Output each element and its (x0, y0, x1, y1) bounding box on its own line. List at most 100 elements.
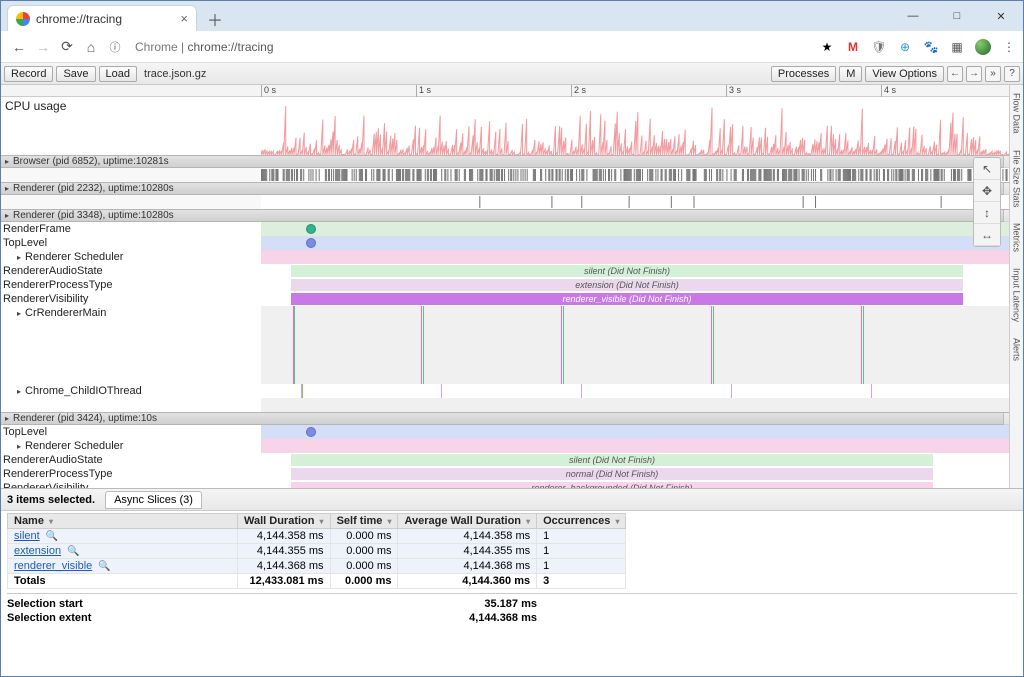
tab-close-icon[interactable]: × (180, 11, 188, 26)
shield-icon[interactable]: 🛡 (871, 39, 887, 55)
save-button[interactable]: Save (56, 66, 95, 82)
async-slice-backgrounded[interactable]: renderer_backgrounded (Did Not Finish) (291, 482, 933, 488)
side-tab[interactable]: Input Latency (1012, 264, 1022, 326)
track-name: Renderer Scheduler (25, 251, 123, 263)
side-tab[interactable]: File Size Stats (1012, 146, 1022, 212)
paw-icon[interactable]: 🐾 (923, 39, 939, 55)
address-bar[interactable]: Chrome | chrome://tracing (135, 40, 274, 54)
side-tab[interactable]: Alerts (1012, 334, 1022, 365)
magnifier-icon[interactable]: 🔍 (46, 531, 58, 542)
ruler-tick: 2 s (571, 85, 586, 97)
table-row[interactable]: silent🔍4,144.358 ms0.000 ms4,144.358 ms1 (8, 529, 626, 544)
track-label[interactable]: TopLevel (1, 236, 261, 250)
side-tab[interactable]: Metrics (1012, 219, 1022, 256)
track-label[interactable]: RendererVisibility (1, 481, 261, 488)
process-barcode-2232[interactable] (261, 195, 1023, 209)
record-button[interactable]: Record (4, 66, 53, 82)
column-header[interactable]: Occurrences ▾ (537, 514, 626, 529)
track-label[interactable]: ▸CrRendererMain (1, 306, 261, 320)
timing-tool[interactable]: ↔ (974, 224, 1000, 246)
load-button[interactable]: Load (99, 66, 137, 82)
pointer-tool[interactable]: ↖ (974, 158, 1000, 180)
process-header-renderer-3424[interactable]: ▸ Renderer (pid 3424), uptime:10s X (1, 412, 1023, 425)
time-ruler[interactable]: 0 s1 s2 s3 s4 s (261, 85, 1023, 97)
nudge-left-button[interactable]: ← (947, 66, 963, 82)
track-label[interactable]: RendererProcessType (1, 278, 261, 292)
profile-avatar[interactable] (975, 39, 991, 55)
column-header[interactable]: Wall Duration ▾ (238, 514, 331, 529)
column-header[interactable]: Name ▾ (8, 514, 238, 529)
async-slice-renderer-visible[interactable]: renderer_visible (Did Not Finish) (291, 293, 963, 305)
magnifier-icon[interactable]: 🔍 (98, 561, 110, 572)
more-button[interactable]: » (985, 66, 1001, 82)
slice-link[interactable]: silent (14, 530, 40, 542)
process-label: Renderer (pid 3424), uptime:10s (13, 413, 157, 424)
track-label[interactable]: RendererAudioState (1, 264, 261, 278)
process-header-renderer-3348[interactable]: ▸ Renderer (pid 3348), uptime:10280s X (1, 209, 1023, 222)
table-row[interactable]: renderer_visible🔍4,144.368 ms0.000 ms4,1… (8, 559, 626, 574)
slice-link[interactable]: renderer_visible (14, 560, 92, 572)
async-slice-silent[interactable]: silent (Did Not Finish) (291, 265, 963, 277)
gmail-icon[interactable]: M (845, 39, 861, 55)
grid-icon[interactable]: ▦ (949, 39, 965, 55)
url-prefix: Chrome (135, 40, 178, 54)
zoom-tool[interactable]: ↕ (974, 202, 1000, 224)
maximize-button[interactable]: □ (935, 1, 979, 31)
view-options-button[interactable]: View Options (865, 66, 944, 82)
track-label[interactable]: ▸Chrome_ChildIOThread (1, 384, 261, 398)
process-header-renderer-2232[interactable]: ▸ Renderer (pid 2232), uptime:10280s X (1, 182, 1023, 195)
async-slice-silent[interactable]: silent (Did Not Finish) (291, 454, 933, 466)
side-tab[interactable]: Flow Data (1012, 89, 1022, 138)
column-header[interactable]: Average Wall Duration ▾ (398, 514, 537, 529)
forward-button[interactable]: → (31, 35, 55, 59)
plus-icon[interactable]: ⊕ (897, 39, 913, 55)
details-tab-async-slices[interactable]: Async Slices (3) (105, 491, 202, 509)
magnifier-icon[interactable]: 🔍 (67, 546, 79, 557)
menu-icon[interactable]: ⋮ (1001, 39, 1017, 55)
column-header[interactable]: Self time ▾ (330, 514, 398, 529)
home-button[interactable]: ⌂ (79, 35, 103, 59)
bookmark-icon[interactable]: ★ (819, 39, 835, 55)
slice-link[interactable]: extension (14, 545, 61, 557)
processes-button[interactable]: Processes (771, 66, 836, 82)
browser-tab[interactable]: chrome://tracing × (7, 5, 197, 31)
process-barcode-browser[interactable] (261, 168, 1023, 182)
track-label[interactable]: RendererVisibility (1, 292, 261, 306)
selection-table: Name ▾Wall Duration ▾Self time ▾Average … (7, 513, 626, 589)
site-info-icon[interactable]: ⓘ (103, 35, 127, 59)
new-tab-button[interactable]: ＋ (203, 7, 227, 31)
event-dot[interactable] (306, 224, 316, 234)
details-panel: 3 items selected. Async Slices (3) Name … (1, 489, 1023, 676)
track-label[interactable]: RendererProcessType (1, 467, 261, 481)
process-label: Browser (pid 6852), uptime:10281s (13, 156, 169, 167)
reload-button[interactable]: ⟳ (55, 35, 79, 59)
track-label[interactable]: ▸Renderer Scheduler (1, 439, 261, 453)
track-name: RendererProcessType (3, 279, 112, 291)
selection-start-label: Selection start (7, 598, 127, 610)
back-button[interactable]: ← (7, 35, 31, 59)
track-label[interactable]: RendererAudioState (1, 453, 261, 467)
trace-area: 0 s1 s2 s3 s4 s CPU usage ▸ Browser (pid… (1, 85, 1023, 489)
track-label[interactable]: TopLevel (1, 425, 261, 439)
table-row[interactable]: extension🔍4,144.355 ms0.000 ms4,144.355 … (8, 544, 626, 559)
cpu-usage-chart[interactable] (261, 97, 1023, 155)
async-slice-normal[interactable]: normal (Did Not Finish) (291, 468, 933, 480)
totals-row: Totals12,433.081 ms0.000 ms4,144.360 ms3 (8, 574, 626, 589)
track-label[interactable]: ▸Renderer Scheduler (1, 250, 261, 264)
minimize-button[interactable]: — (891, 1, 935, 31)
chevron-right-icon: ▸ (5, 414, 9, 423)
extension-icons: ★ M 🛡 ⊕ 🐾 ▦ ⋮ (819, 39, 1017, 55)
async-slice-extension[interactable]: extension (Did Not Finish) (291, 279, 963, 291)
track-label[interactable]: RenderFrame (1, 222, 261, 236)
side-tabs: Flow Data File Size Stats Metrics Input Lat… (1009, 85, 1023, 488)
pan-tool[interactable]: ✥ (974, 180, 1000, 202)
track-name: CrRendererMain (25, 307, 106, 319)
m-button[interactable]: M (839, 66, 862, 82)
process-header-browser[interactable]: ▸ Browser (pid 6852), uptime:10281s X (1, 155, 1023, 168)
event-dot[interactable] (306, 427, 316, 437)
event-dot[interactable] (306, 238, 316, 248)
help-button[interactable]: ? (1004, 66, 1020, 82)
tab-title: chrome://tracing (36, 12, 122, 26)
nudge-right-button[interactable]: → (966, 66, 982, 82)
close-button[interactable]: ✕ (979, 1, 1023, 31)
